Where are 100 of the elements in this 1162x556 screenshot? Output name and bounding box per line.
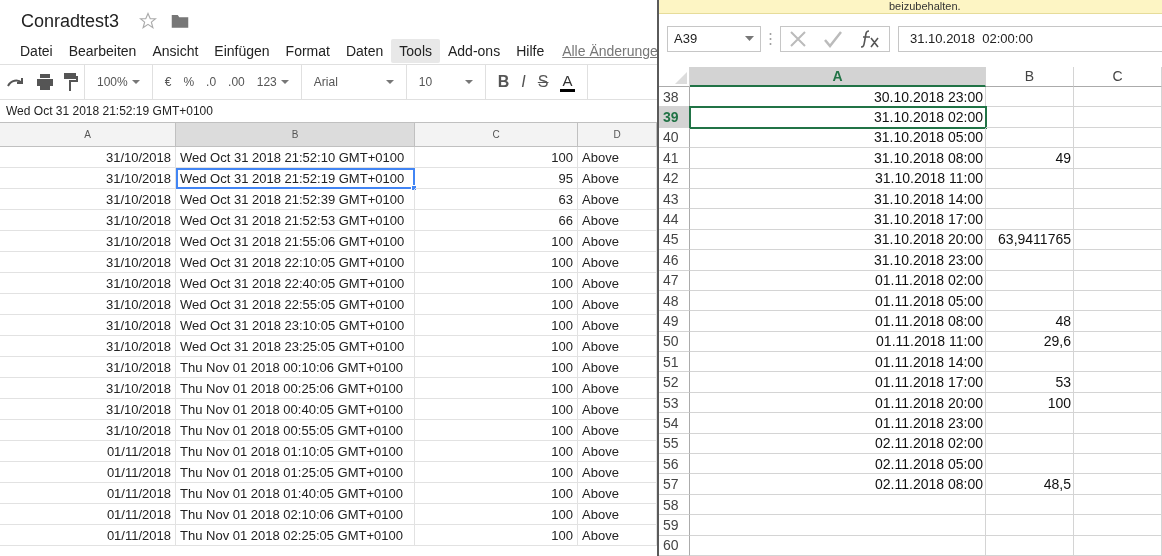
- row-number[interactable]: 49: [659, 311, 690, 332]
- table-cell: 100: [415, 336, 578, 357]
- table-cell: 01.11.2018 02:00: [690, 270, 986, 291]
- cancel-icon[interactable]: [789, 29, 807, 48]
- caret-icon: [131, 80, 140, 84]
- row-number[interactable]: 56: [659, 454, 690, 475]
- row-number[interactable]: 45: [659, 229, 690, 251]
- font-size-dropdown[interactable]: 10: [412, 75, 479, 89]
- table-cell: 31/10/2018: [0, 231, 176, 252]
- table-cell: 01.11.2018 17:00: [690, 372, 986, 393]
- column-header[interactable]: C: [1074, 66, 1162, 87]
- paint-format-icon[interactable]: [64, 73, 78, 91]
- strikethrough-button[interactable]: S: [531, 73, 555, 91]
- table-cell: Thu Nov 01 2018 00:25:06 GMT+0100: [176, 378, 415, 399]
- table-cell: 01/11/2018: [0, 504, 176, 525]
- table-cell: 31/10/2018: [0, 336, 176, 357]
- table-cell: 31.10.2018 17:00: [690, 209, 986, 230]
- menu-item[interactable]: Einfügen: [206, 39, 278, 63]
- decrease-decimals-button[interactable]: .0: [200, 75, 223, 89]
- row-number[interactable]: 50: [659, 331, 690, 353]
- table-cell: 100: [986, 392, 1074, 414]
- table-cell: 100: [415, 420, 578, 441]
- table-cell: 31/10/2018: [0, 399, 176, 420]
- row-number[interactable]: 39: [659, 107, 690, 128]
- zoom-dropdown[interactable]: 100%: [91, 75, 146, 89]
- save-status-link[interactable]: Alle Änderunge: [562, 43, 657, 59]
- caret-icon: [745, 36, 754, 42]
- row-number[interactable]: 41: [659, 148, 690, 169]
- caret-icon: [464, 80, 473, 84]
- formula-field[interactable]: 31.10.2018 02:00:00: [898, 25, 1162, 52]
- table-cell: 31/10/2018: [0, 168, 176, 189]
- row-number[interactable]: 42: [659, 168, 690, 189]
- table-cell: 01/11/2018: [0, 462, 176, 483]
- table-cell: Thu Nov 01 2018 00:10:06 GMT+0100: [176, 357, 415, 378]
- table-cell: 100: [415, 357, 578, 378]
- menu-item[interactable]: Ansicht: [144, 39, 207, 63]
- increase-decimals-button[interactable]: .00: [222, 75, 251, 89]
- row-number[interactable]: 53: [659, 392, 690, 414]
- font-dropdown[interactable]: Arial: [307, 75, 400, 89]
- row-number[interactable]: 59: [659, 515, 690, 536]
- function-icon[interactable]: [859, 28, 881, 49]
- row-number[interactable]: 38: [659, 87, 690, 108]
- document-title[interactable]: Conradtest3: [21, 10, 120, 32]
- table-cell: 63,9411765: [986, 229, 1074, 251]
- drag-handle-icon[interactable]: [769, 31, 772, 46]
- row-number[interactable]: 51: [659, 352, 690, 373]
- table-cell: 100: [415, 462, 578, 483]
- table-cell: Wed Oct 31 2018 22:40:05 GMT+0100: [176, 273, 415, 294]
- number-format-dropdown[interactable]: 123: [250, 75, 295, 89]
- menu-item[interactable]: Datei: [12, 39, 61, 63]
- table-cell: 30.10.2018 23:00: [690, 87, 986, 108]
- print-icon[interactable]: [36, 74, 54, 90]
- table-cell: Thu Nov 01 2018 01:25:05 GMT+0100: [176, 462, 415, 483]
- table-cell: Thu Nov 01 2018 01:10:05 GMT+0100: [176, 441, 415, 462]
- table-cell: 100: [415, 147, 578, 168]
- row-number[interactable]: 52: [659, 372, 690, 393]
- table-cell: 100: [415, 231, 578, 252]
- column-header[interactable]: B: [176, 123, 415, 146]
- fill-handle[interactable]: [411, 185, 417, 191]
- table-cell: 01/11/2018: [0, 525, 176, 546]
- star-icon[interactable]: [139, 12, 158, 30]
- table-cell: Wed Oct 31 2018 21:52:39 GMT+0100: [176, 189, 415, 210]
- row-number[interactable]: 55: [659, 433, 690, 455]
- menu-item[interactable]: Hilfe: [508, 39, 553, 63]
- table-cell: Wed Oct 31 2018 23:10:05 GMT+0100: [176, 315, 415, 336]
- row-number[interactable]: 54: [659, 413, 690, 434]
- currency-button[interactable]: €: [158, 75, 178, 89]
- column-header[interactable]: C: [415, 123, 578, 146]
- row-number[interactable]: 57: [659, 474, 690, 495]
- bold-button[interactable]: B: [491, 73, 516, 91]
- row-number[interactable]: 60: [659, 535, 690, 556]
- row-number[interactable]: 44: [659, 209, 690, 230]
- row-number[interactable]: 43: [659, 188, 690, 210]
- text-color-button[interactable]: A: [560, 72, 575, 92]
- row-number[interactable]: 58: [659, 494, 690, 516]
- check-icon[interactable]: [823, 29, 843, 48]
- percent-button[interactable]: %: [177, 75, 201, 89]
- menu-item[interactable]: Add-ons: [440, 39, 509, 63]
- row-number[interactable]: 40: [659, 127, 690, 149]
- menu-item[interactable]: Tools: [391, 39, 440, 63]
- table-cell: 01.11.2018 23:00: [690, 413, 986, 434]
- table-cell: Wed Oct 31 2018 22:55:05 GMT+0100: [176, 294, 415, 315]
- row-number[interactable]: 47: [659, 270, 690, 291]
- table-cell: Thu Nov 01 2018 01:40:05 GMT+0100: [176, 483, 415, 504]
- menu-item[interactable]: Format: [277, 39, 338, 63]
- row-number[interactable]: 48: [659, 290, 690, 312]
- table-cell: 01/11/2018: [0, 441, 176, 462]
- italic-button[interactable]: I: [515, 73, 532, 91]
- row-number[interactable]: 46: [659, 250, 690, 271]
- name-box[interactable]: A39: [667, 25, 761, 52]
- menu-item[interactable]: Bearbeiten: [60, 39, 145, 63]
- column-header[interactable]: B: [986, 66, 1074, 87]
- table-cell: Wed Oct 31 2018 23:25:05 GMT+0100: [176, 336, 415, 357]
- table-cell: Wed Oct 31 2018 21:55:06 GMT+0100: [176, 231, 415, 252]
- redo-icon[interactable]: [6, 75, 26, 89]
- folder-icon[interactable]: [171, 13, 190, 29]
- table-cell: 01.11.2018 08:00: [690, 311, 986, 332]
- menu-item[interactable]: Daten: [337, 39, 392, 63]
- column-header[interactable]: A: [690, 66, 986, 87]
- table-cell: Wed Oct 31 2018 21:52:10 GMT+0100: [176, 147, 415, 168]
